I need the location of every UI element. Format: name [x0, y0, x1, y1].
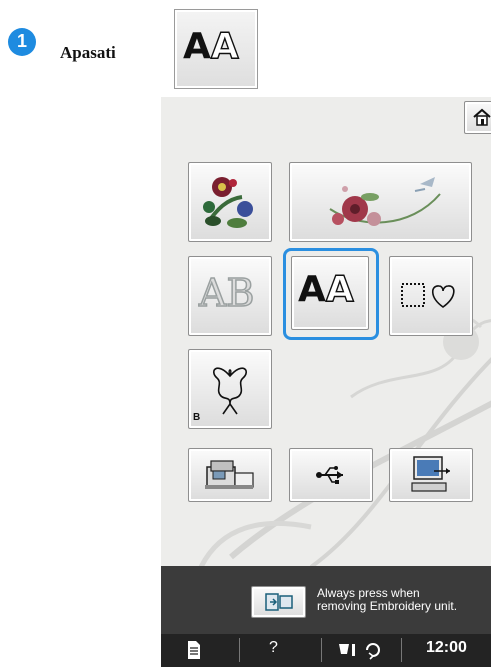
embroidery-pattern-screen: AB AA B Always press when removing Embro… [161, 97, 491, 667]
built-in-b-patterns-button[interactable]: B [188, 349, 272, 429]
character-patterns-button[interactable]: AA [291, 256, 369, 330]
status-bar: ? 12:00 [161, 634, 491, 667]
status-separator [321, 638, 322, 662]
sewing-machine-icon [205, 460, 254, 489]
key-glyph: AA [183, 25, 239, 67]
computer-usb-icon [411, 456, 450, 492]
status-separator [401, 638, 402, 662]
machine-memory-button[interactable] [188, 448, 272, 502]
home-icon [473, 108, 491, 126]
flower-icon [203, 177, 253, 228]
floral-bird-icon [329, 177, 441, 226]
thread-settings-icon[interactable] [337, 640, 383, 660]
notice-line-2: removing Embroidery unit. [317, 599, 458, 613]
help-button[interactable]: ? [269, 639, 278, 657]
alphabet-decorative-patterns-button[interactable]: AB [188, 256, 272, 336]
pattern-b-badge: B [193, 412, 201, 423]
usb-icon [316, 466, 343, 484]
large-floral-embroidery-patterns-button[interactable] [289, 162, 472, 242]
embroidery-unit-icon [265, 593, 293, 611]
frame-patterns-button[interactable] [389, 256, 473, 336]
status-separator [239, 638, 240, 662]
document-icon[interactable] [187, 640, 201, 660]
aa-letters-icon: AA [298, 268, 354, 310]
usb-media-button[interactable] [289, 448, 373, 502]
decorative-ab-icon: AB [198, 270, 255, 316]
embroidery-unit-button[interactable] [251, 586, 306, 618]
instruction-text: Apasati [60, 43, 116, 62]
clock: 12:00 [426, 639, 467, 656]
character-key-illustration: AA [174, 9, 258, 89]
home-button[interactable] [464, 101, 491, 134]
frame-heart-icon [401, 283, 455, 308]
damask-icon [213, 367, 247, 415]
floral-embroidery-patterns-button[interactable] [188, 162, 272, 242]
step-number: 1 [17, 31, 28, 51]
computer-button[interactable] [389, 448, 473, 502]
